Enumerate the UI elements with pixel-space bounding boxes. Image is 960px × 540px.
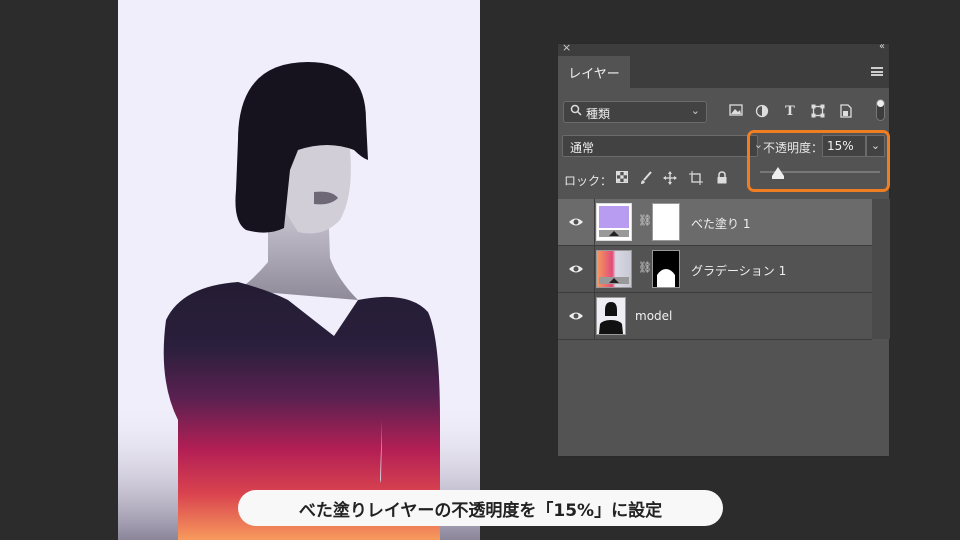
- panel-tabstrip: レイヤー: [558, 56, 889, 89]
- hamburger-menu-icon[interactable]: [871, 67, 883, 76]
- filter-kind-value: 種類: [586, 107, 611, 121]
- eye-icon[interactable]: [568, 261, 584, 277]
- smart-object-filter-icon[interactable]: [838, 104, 854, 120]
- layers-list: ⛓ べた塗り 1 ⛓ グラデーション 1 model: [558, 199, 872, 340]
- layers-scrollbar[interactable]: [872, 199, 890, 339]
- eye-icon[interactable]: [568, 308, 584, 324]
- layer-mask-thumbnail[interactable]: [652, 203, 680, 241]
- blend-mode-select[interactable]: 通常 ⌄: [562, 135, 763, 157]
- collapse-icon[interactable]: ‹‹: [879, 41, 885, 52]
- filter-kind-select[interactable]: 種類 ⌄: [563, 101, 707, 123]
- lock-label: ロック：: [564, 174, 613, 188]
- link-icon[interactable]: ⛓: [638, 214, 652, 227]
- layers-panel: × ‹‹ レイヤー 種類 ⌄ T 通常 ⌄ 不透明度： 15% ⌄ ロック： ⛓…: [557, 41, 890, 457]
- image-layer-thumbnail[interactable]: [596, 297, 626, 335]
- tab-layers[interactable]: レイヤー: [558, 56, 630, 89]
- layer-row-fill[interactable]: ⛓ べた塗り 1: [558, 199, 872, 246]
- search-icon: [570, 104, 582, 119]
- gradient-layer-thumbnail[interactable]: [596, 250, 632, 288]
- lock-transparent-icon[interactable]: [614, 171, 630, 187]
- eye-icon[interactable]: [568, 214, 584, 230]
- filter-toggle[interactable]: [876, 99, 885, 121]
- lock-artboard-icon[interactable]: [688, 171, 704, 187]
- fill-layer-thumbnail[interactable]: [596, 203, 632, 241]
- blend-mode-value: 通常: [570, 141, 595, 155]
- row-divider: [594, 199, 595, 245]
- row-divider: [594, 293, 595, 339]
- layer-row-gradient[interactable]: ⛓ グラデーション 1: [558, 246, 872, 293]
- model-photo: [118, 62, 480, 540]
- lock-position-icon[interactable]: [662, 171, 678, 187]
- row-divider: [594, 246, 595, 292]
- lock-all-icon[interactable]: [714, 171, 730, 187]
- caption-banner: べた塗りレイヤーの不透明度を「15%」に設定: [238, 490, 723, 526]
- chevron-down-icon: ⌄: [690, 104, 700, 117]
- link-icon[interactable]: ⛓: [638, 261, 652, 274]
- layer-name: べた塗り 1: [691, 217, 751, 231]
- layer-row-model[interactable]: model: [558, 293, 872, 340]
- adjustment-filter-icon[interactable]: [754, 104, 770, 120]
- layer-name: model: [635, 309, 673, 323]
- layer-name: グラデーション 1: [691, 264, 787, 278]
- image-filter-icon[interactable]: [728, 104, 744, 120]
- document-canvas[interactable]: [118, 0, 480, 540]
- close-icon[interactable]: ×: [562, 41, 571, 54]
- panel-titlebar: × ‹‹: [558, 41, 889, 56]
- lock-paint-icon[interactable]: [638, 171, 654, 187]
- opacity-highlight-frame: [747, 130, 890, 192]
- layer-mask-thumbnail[interactable]: [652, 250, 680, 288]
- shape-filter-icon[interactable]: [810, 104, 826, 120]
- text-filter-icon[interactable]: T: [782, 104, 798, 120]
